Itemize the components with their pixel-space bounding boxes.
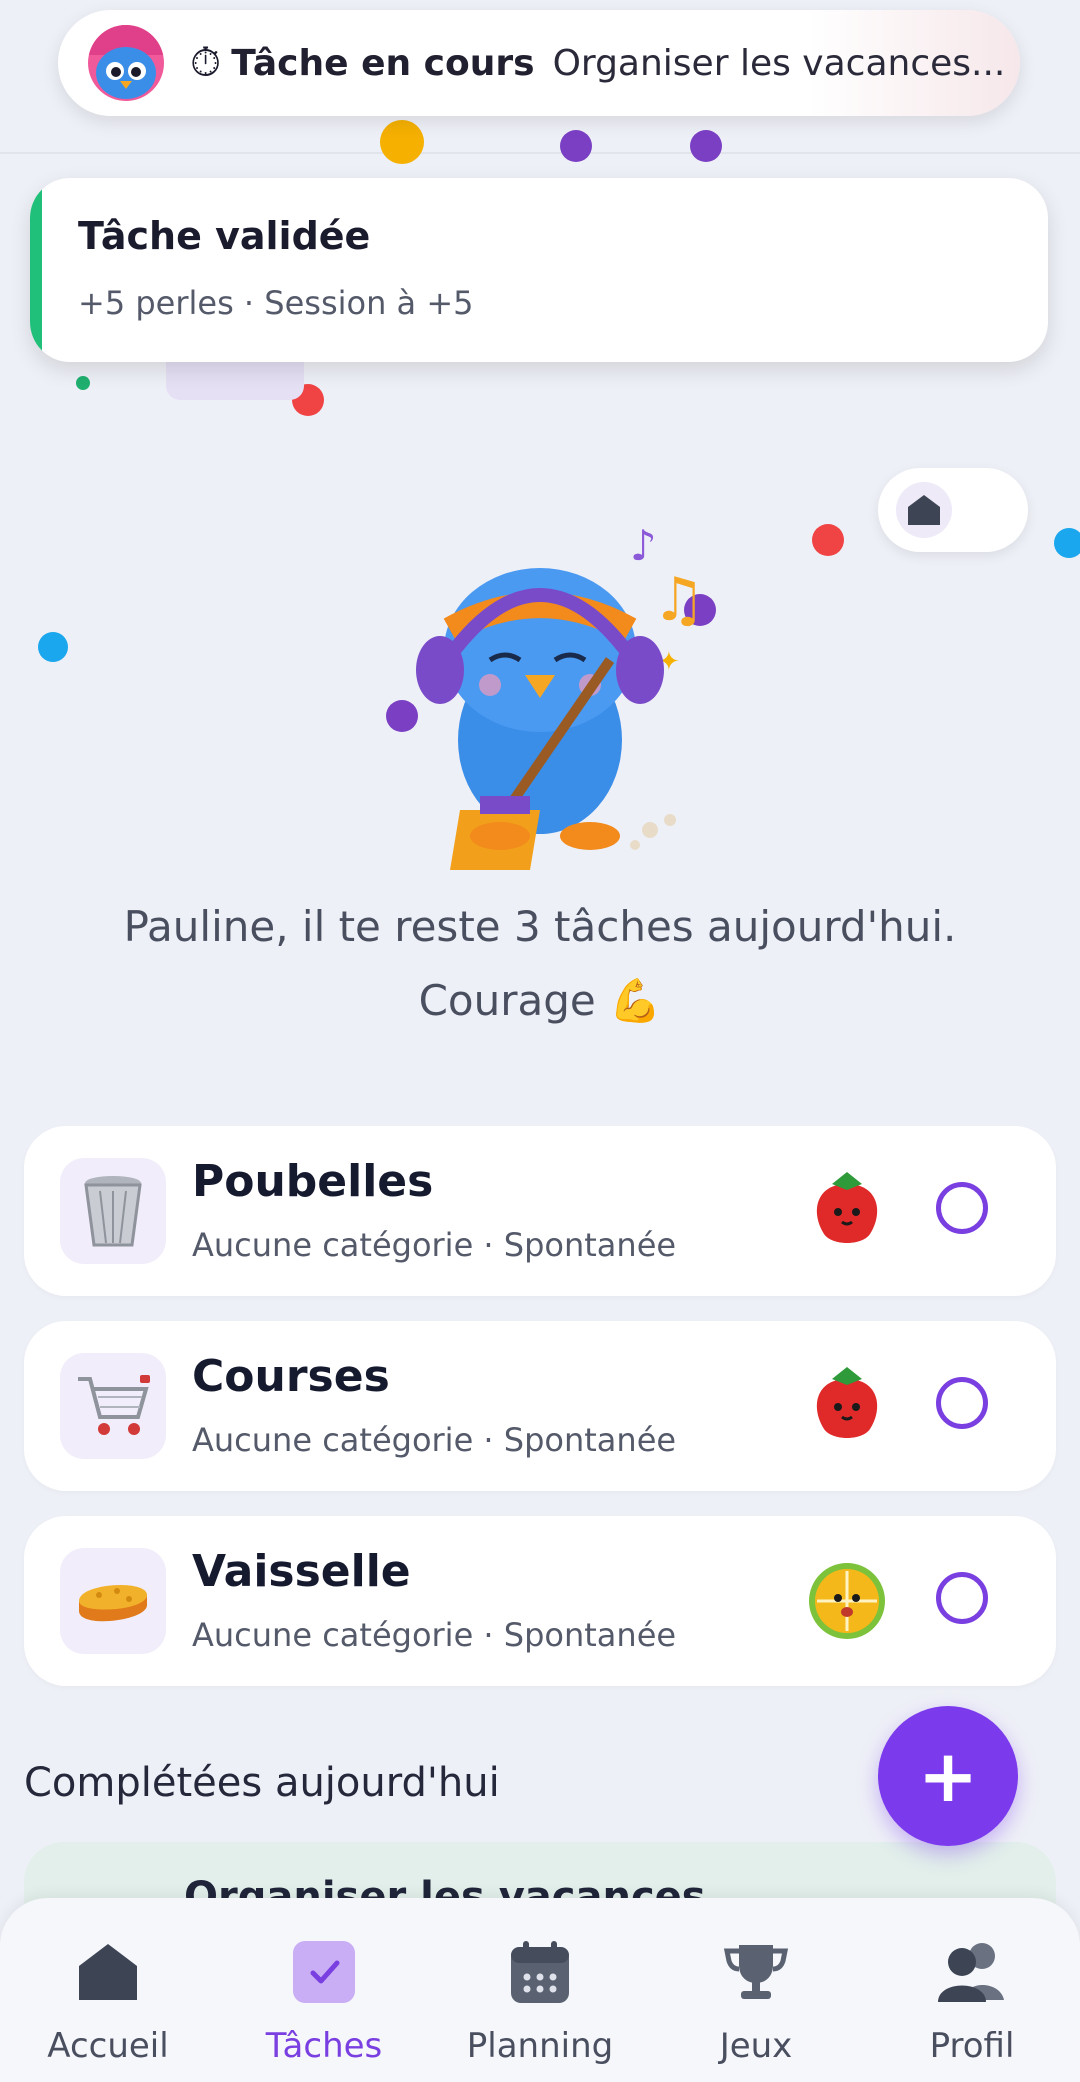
lemon-icon (804, 1558, 890, 1644)
plus-icon: + (917, 1734, 979, 1818)
nav-item-taches[interactable]: Tâches (224, 1936, 424, 2066)
nav-item-accueil[interactable]: Accueil (8, 1936, 208, 2066)
confetti-dot (812, 524, 844, 556)
confetti-dot (38, 632, 68, 662)
task-complete-checkbox[interactable] (936, 1182, 988, 1234)
trash-bin-icon (60, 1158, 166, 1264)
stopwatch-icon: ⏱ (190, 40, 222, 86)
home-icon (896, 482, 952, 538)
nav-item-profil[interactable]: Profil (872, 1936, 1072, 2066)
svg-text:♪: ♪ (630, 521, 657, 570)
shopping-cart-icon (60, 1353, 166, 1459)
task-meta: Aucune catégorie · Spontanée (192, 1421, 677, 1459)
task-name: Courses (192, 1351, 390, 1402)
home-icon (8, 1936, 208, 2008)
task-meta: Aucune catégorie · Spontanée (192, 1616, 677, 1654)
mascot-sweeping-illustration: ♪ ♫ ✦ (390, 500, 730, 880)
confetti-dot (690, 130, 722, 162)
tasks-check-icon (224, 1936, 424, 2008)
bottom-navigation: Accueil Tâches Planning Jeux Profil (0, 1898, 1080, 2082)
strawberry-icon (804, 1363, 890, 1449)
confetti-dot (380, 120, 424, 164)
confetti-dot (560, 130, 592, 162)
users-icon (872, 1936, 1072, 2008)
toast-title: Tâche validée (78, 214, 371, 258)
nav-item-jeux[interactable]: Jeux (656, 1936, 856, 2066)
task-name: Vaisselle (192, 1546, 411, 1597)
task-name: Poubelles (192, 1156, 434, 1207)
add-task-button[interactable]: + (878, 1706, 1018, 1846)
nav-label: Planning (466, 2026, 614, 2066)
nav-label: Jeux (719, 2026, 793, 2066)
calendar-icon (440, 1936, 640, 2008)
mascot-avatar (88, 25, 164, 101)
strawberry-icon (804, 1168, 890, 1254)
nav-label: Tâches (265, 2026, 383, 2066)
task-meta: Aucune catégorie · Spontanée (192, 1226, 677, 1264)
nav-item-planning[interactable]: Planning (440, 1936, 640, 2066)
remaining-tasks-message: Pauline, il te reste 3 tâches aujourd'hu… (0, 890, 1080, 1038)
task-complete-checkbox[interactable] (936, 1572, 988, 1624)
home-toggle[interactable] (878, 468, 1028, 552)
header-divider (0, 152, 1080, 154)
confetti-dot (76, 376, 90, 390)
message-line-2: Courage 💪 (418, 976, 662, 1025)
trophy-icon (656, 1936, 856, 2008)
sponge-icon (60, 1548, 166, 1654)
toast-subtitle: +5 perles · Session à +5 (78, 284, 474, 322)
task-card-vaisselle[interactable]: Vaisselle Aucune catégorie · Spontanée (24, 1516, 1056, 1686)
banner-title: Tâche en cours (231, 42, 535, 84)
nav-label: Accueil (47, 2026, 169, 2066)
svg-text:♫: ♫ (652, 565, 706, 635)
completed-section-title: Complétées aujourd'hui (24, 1760, 500, 1806)
current-task-banner[interactable]: ⏱ Tâche en cours Organiser les vacances.… (58, 10, 1020, 116)
banner-task-name: Organiser les vacances... (552, 42, 1006, 84)
nav-label: Profil (929, 2026, 1015, 2066)
task-card-poubelles[interactable]: Poubelles Aucune catégorie · Spontanée (24, 1126, 1056, 1296)
message-line-1: Pauline, il te reste 3 tâches aujourd'hu… (123, 902, 957, 951)
confetti-dot (1054, 528, 1080, 558)
toast-accent-bar (30, 178, 42, 362)
task-validated-toast: Tâche validée +5 perles · Session à +5 (30, 178, 1048, 362)
task-complete-checkbox[interactable] (936, 1377, 988, 1429)
task-card-courses[interactable]: Courses Aucune catégorie · Spontanée (24, 1321, 1056, 1491)
